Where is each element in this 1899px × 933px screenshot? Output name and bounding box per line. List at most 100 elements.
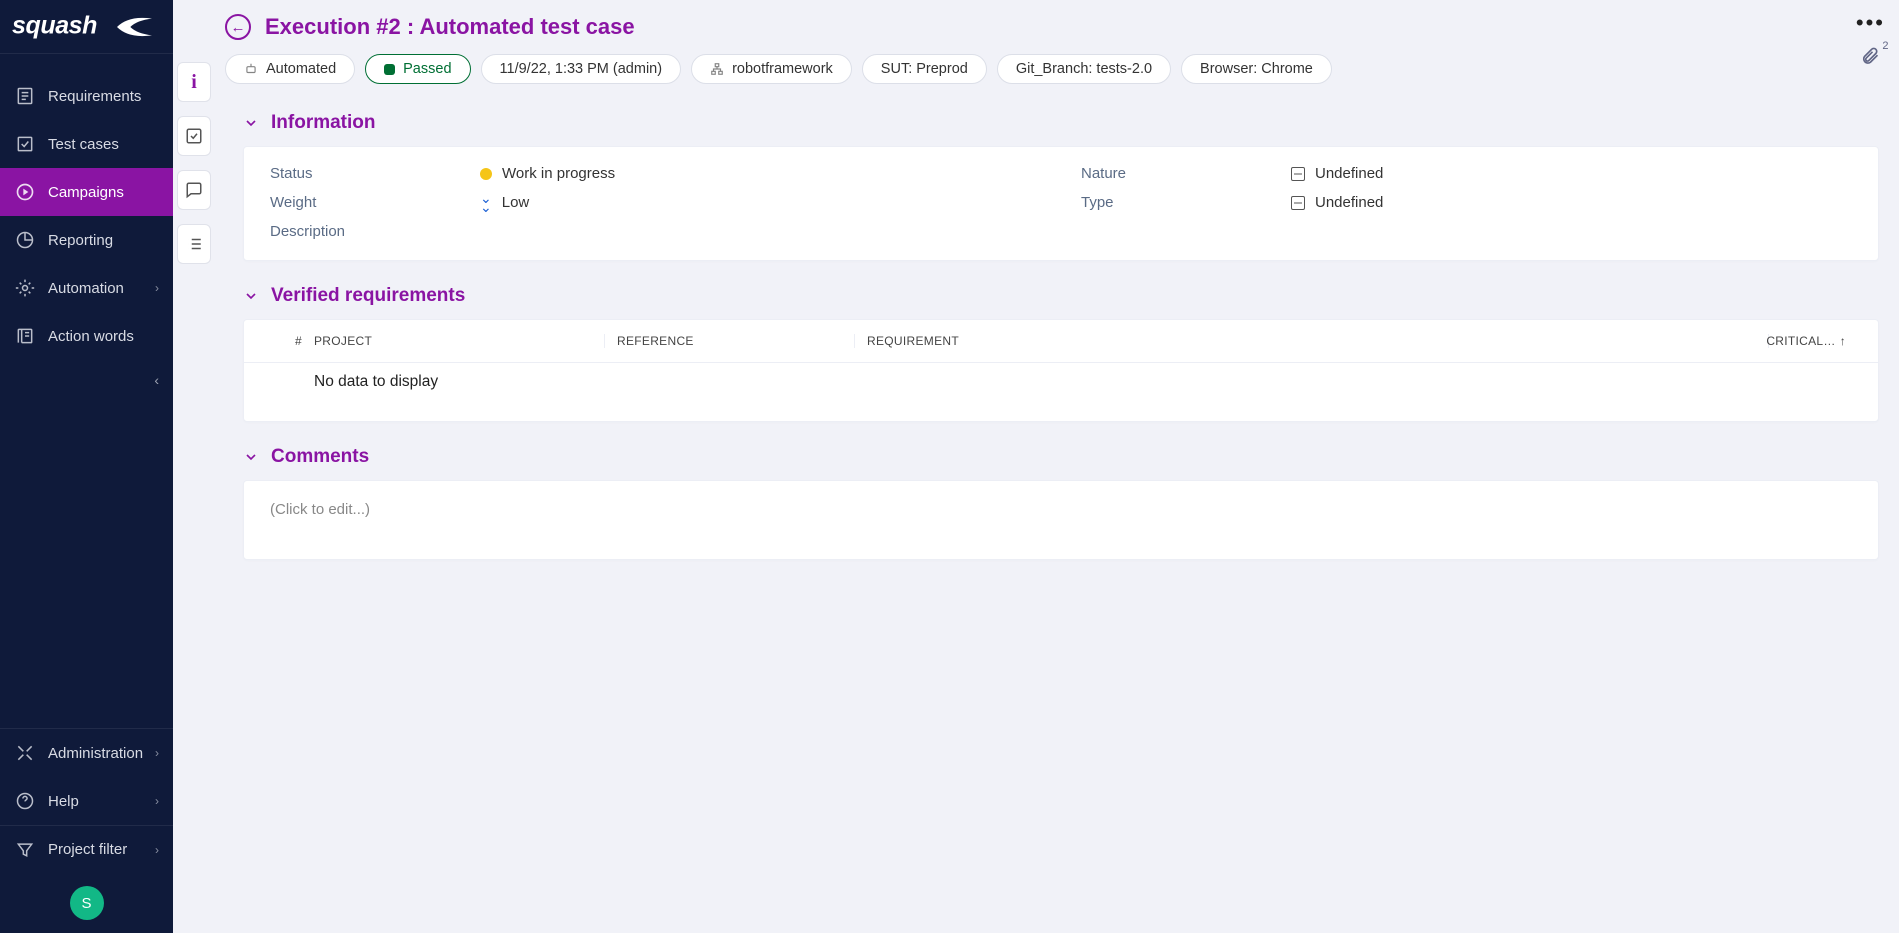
automation-icon (14, 277, 36, 299)
svg-text:squash: squash (12, 12, 97, 40)
detail-rail: i (173, 0, 215, 933)
verified-requirements-table: # PROJECT REFERENCE REQUIREMENT CRITICAL… (243, 319, 1879, 422)
nav-label: Test cases (48, 136, 119, 153)
pill-branch: Git_Branch: tests-2.0 (997, 54, 1171, 84)
reporting-icon (14, 229, 36, 251)
pill-technology: robotframework (691, 54, 852, 84)
nav-label: Requirements (48, 88, 141, 105)
administration-icon (14, 742, 36, 764)
nav-test-cases[interactable]: Test cases (0, 120, 173, 168)
undefined-icon (1291, 167, 1305, 181)
pill-timestamp: 11/9/22, 1:33 PM (admin) (481, 54, 682, 84)
nav-requirements[interactable]: Requirements (0, 72, 173, 120)
nav-label: Project filter (48, 841, 127, 858)
comments-editor[interactable]: (Click to edit...) (243, 480, 1879, 560)
nav-campaigns[interactable]: Campaigns (0, 168, 173, 216)
info-nature-label: Nature (1081, 165, 1291, 182)
attachments-button[interactable]: 2 (1860, 46, 1880, 66)
list-icon (185, 235, 203, 253)
section-comments-header[interactable]: Comments (243, 446, 1879, 468)
pill-sut: SUT: Preprod (862, 54, 987, 84)
chevron-right-icon: › (155, 746, 159, 760)
information-card: Status Work in progress Nature Undefined (243, 146, 1879, 261)
pill-label: Browser: Chrome (1200, 61, 1313, 77)
more-actions-button[interactable]: ••• (1856, 10, 1885, 36)
chevron-right-icon: › (155, 843, 159, 857)
back-button[interactable]: ← (225, 14, 251, 40)
chevron-left-icon: ‹ (154, 372, 159, 388)
chevron-down-icon (243, 449, 259, 465)
col-reference[interactable]: REFERENCE (604, 334, 854, 348)
pill-status: Passed (365, 54, 470, 84)
main-sidebar: squash Requirements Test cases (0, 0, 173, 933)
help-icon (14, 790, 36, 812)
undefined-icon (1291, 196, 1305, 210)
collapse-sidebar-button[interactable]: ‹ (0, 360, 173, 400)
app-logo: squash (0, 0, 173, 54)
info-nature-value[interactable]: Undefined (1291, 165, 1383, 182)
col-criticality[interactable]: CRITICAL… ↑ (1768, 334, 1858, 348)
robot-icon (244, 62, 258, 76)
pill-mode: Automated (225, 54, 355, 84)
col-hash[interactable]: # (264, 334, 314, 348)
chevron-right-icon: › (155, 281, 159, 295)
action-words-icon (14, 325, 36, 347)
meta-pill-row: Automated Passed 11/9/22, 1:33 PM (admin… (215, 40, 1899, 84)
main-content: ••• 2 ← Execution #2 : Automated test ca… (215, 0, 1899, 933)
rail-info-button[interactable]: i (177, 62, 211, 102)
nav-label: Campaigns (48, 184, 124, 201)
tree-icon (710, 62, 724, 76)
nav-label: Reporting (48, 232, 113, 249)
col-requirement[interactable]: REQUIREMENT (854, 334, 1768, 348)
pill-label: robotframework (732, 61, 833, 77)
col-project[interactable]: PROJECT (314, 334, 604, 348)
info-type-label: Type (1081, 194, 1291, 211)
nav-label: Administration (48, 745, 143, 762)
paperclip-icon (1860, 46, 1880, 66)
nav-automation[interactable]: Automation › (0, 264, 173, 312)
nav-help[interactable]: Help › (0, 777, 173, 825)
nav-project-filter[interactable]: Project filter › (0, 825, 173, 873)
user-avatar[interactable]: S (70, 886, 104, 920)
table-empty-message: No data to display (244, 363, 1878, 391)
chevron-down-icon (243, 288, 259, 304)
info-status-value[interactable]: Work in progress (480, 165, 615, 182)
campaigns-icon (14, 181, 36, 203)
section-information-header[interactable]: Information (243, 112, 1879, 134)
nav-action-words[interactable]: Action words (0, 312, 173, 360)
comment-icon (185, 181, 203, 199)
info-description-label: Description (270, 223, 480, 240)
chevron-right-icon: › (155, 794, 159, 808)
rail-steps-button[interactable] (177, 224, 211, 264)
status-indicator-icon (480, 168, 492, 180)
more-horizontal-icon: ••• (1856, 10, 1885, 35)
test-cases-icon (14, 133, 36, 155)
section-title: Verified requirements (271, 285, 465, 307)
nav-label: Automation (48, 280, 124, 297)
info-weight-label: Weight (270, 194, 480, 211)
rail-comment-button[interactable] (177, 170, 211, 210)
pill-label: SUT: Preprod (881, 61, 968, 77)
section-verified-header[interactable]: Verified requirements (243, 285, 1879, 307)
rail-check-button[interactable] (177, 116, 211, 156)
status-dot-icon (384, 64, 395, 75)
sort-asc-icon: ↑ (1840, 334, 1846, 348)
weight-low-icon: ⌄⌄ (480, 194, 492, 211)
pill-label: Git_Branch: tests-2.0 (1016, 61, 1152, 77)
pill-browser: Browser: Chrome (1181, 54, 1332, 84)
attachments-count: 2 (1882, 40, 1888, 52)
pill-label: 11/9/22, 1:33 PM (admin) (500, 61, 663, 77)
filter-icon (14, 839, 36, 861)
info-weight-value[interactable]: ⌄⌄ Low (480, 194, 529, 211)
nav-reporting[interactable]: Reporting (0, 216, 173, 264)
comments-placeholder: (Click to edit...) (270, 501, 370, 518)
section-title: Comments (271, 446, 369, 468)
check-square-icon (185, 127, 203, 145)
arrow-left-icon: ← (231, 19, 246, 36)
pill-label: Passed (403, 61, 451, 77)
info-status-label: Status (270, 165, 480, 182)
info-icon: i (191, 71, 197, 94)
nav-administration[interactable]: Administration › (0, 729, 173, 777)
info-type-value[interactable]: Undefined (1291, 194, 1383, 211)
page-title: Execution #2 : Automated test case (265, 14, 635, 40)
